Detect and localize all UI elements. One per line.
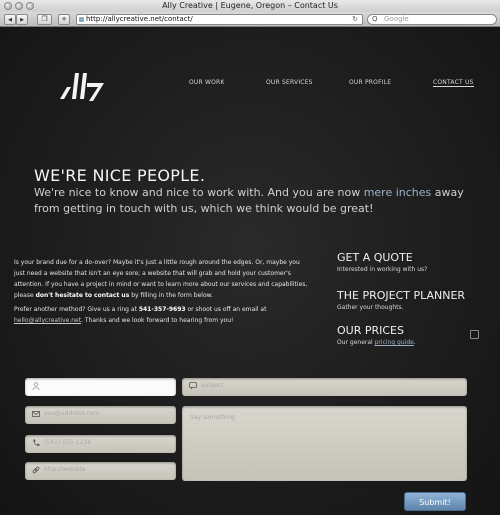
- get-a-quote-subtext: Interested in working with us?: [337, 266, 428, 273]
- get-a-quote-block[interactable]: GET A QUOTE Interested in working with u…: [337, 251, 487, 273]
- search-input[interactable]: Q Google: [367, 14, 497, 25]
- page-content: OUR WORK OUR SERVICES OUR PROFILE CONTAC…: [0, 27, 500, 515]
- window-title: Ally Creative | Eugene, Oregon – Contact…: [162, 1, 338, 10]
- project-planner-heading[interactable]: THE PROJECT PLANNER: [337, 289, 487, 302]
- message-textarea[interactable]: Say something: [182, 406, 467, 481]
- lead-highlight: mere inches: [363, 186, 432, 199]
- nav-contact-us[interactable]: CONTACT US: [433, 79, 474, 87]
- contact-text: Prefer another method? Give us a ring at: [14, 306, 139, 313]
- email-link[interactable]: hello@allycreative.net: [14, 317, 81, 324]
- prices-text: Our general: [337, 339, 375, 346]
- project-planner-block[interactable]: THE PROJECT PLANNER Gather your thoughts…: [337, 289, 487, 311]
- nav-our-work[interactable]: OUR WORK: [189, 79, 225, 86]
- back-arrow-icon: ◀: [8, 17, 12, 23]
- browser-toolbar: ◀ ▶ ❐ + http://allycreative.net/contact/…: [0, 12, 500, 27]
- message-placeholder: Say something: [190, 414, 235, 421]
- forward-arrow-icon: ▶: [20, 17, 24, 23]
- our-prices-heading[interactable]: OUR PRICES: [337, 324, 487, 337]
- intro-paragraph-1: Is your brand due for a do-over? Maybe i…: [14, 257, 310, 301]
- forward-button[interactable]: ▶: [16, 14, 28, 25]
- envelope-icon: [32, 411, 40, 417]
- person-icon: [32, 382, 40, 390]
- back-button[interactable]: ◀: [4, 14, 16, 25]
- phone-placeholder: (541) 555-1234: [44, 439, 91, 446]
- phone-icon: [33, 439, 40, 446]
- intro-bold-text: don't hesitate to contact us: [35, 292, 130, 299]
- prices-text-end: .: [413, 339, 416, 346]
- address-bar[interactable]: http://allycreative.net/contact/ ↻: [76, 14, 363, 25]
- intro-copy: Is your brand due for a do-over? Maybe i…: [14, 257, 310, 329]
- speech-bubble-icon: [189, 382, 197, 390]
- subject-field[interactable]: Subject: [182, 378, 467, 396]
- bookmarks-button[interactable]: ❐: [37, 14, 52, 25]
- contact-text-mid: or shoot us off an email at: [185, 306, 267, 313]
- browser-window: Ally Creative | Eugene, Oregon – Contact…: [0, 0, 500, 515]
- email-field[interactable]: you@address.com: [25, 406, 176, 424]
- get-a-quote-heading[interactable]: GET A QUOTE: [337, 251, 487, 264]
- site-icon: [79, 17, 84, 22]
- print-icon[interactable]: [470, 330, 479, 339]
- link-icon: [32, 466, 40, 474]
- subject-placeholder: Subject: [201, 382, 224, 389]
- website-placeholder: http://website: [44, 466, 86, 473]
- project-planner-subtext: Gather your thoughts.: [337, 304, 404, 311]
- nav-our-profile[interactable]: OUR PROFILE: [349, 79, 391, 86]
- submit-button[interactable]: Submit!: [404, 492, 466, 511]
- page-headline: WE'RE NICE PEOPLE.: [34, 166, 206, 185]
- pricing-guide-link[interactable]: pricing guide: [375, 339, 414, 346]
- lead-text: We're nice to know and nice to work with…: [34, 186, 364, 199]
- our-prices-block[interactable]: OUR PRICES Our general pricing guide.: [337, 324, 487, 346]
- search-placeholder: Google: [384, 15, 409, 23]
- name-field[interactable]: [25, 378, 176, 396]
- phone-field[interactable]: (541) 555-1234: [25, 435, 176, 453]
- contact-text-end: . Thanks and we look forward to hearing …: [81, 317, 234, 324]
- plus-icon: +: [61, 15, 67, 23]
- phone-number: 541-357-9693: [138, 306, 186, 313]
- our-prices-subtext: Our general pricing guide.: [337, 339, 487, 346]
- add-bookmark-button[interactable]: +: [58, 14, 70, 25]
- reload-icon[interactable]: ↻: [352, 15, 358, 24]
- url-text: http://allycreative.net/contact/: [86, 15, 193, 23]
- intro-paragraph-2: Prefer another method? Give us a ring at…: [14, 304, 310, 326]
- website-field[interactable]: http://website: [25, 462, 176, 480]
- bookmark-icon: ❐: [41, 15, 48, 23]
- nav-our-services[interactable]: OUR SERVICES: [266, 79, 313, 86]
- search-icon: Q: [372, 15, 378, 23]
- ally-logo[interactable]: [60, 73, 104, 101]
- intro-text-end: by filling in the form below.: [129, 292, 213, 299]
- email-placeholder: you@address.com: [44, 410, 100, 417]
- lead-paragraph: We're nice to know and nice to work with…: [34, 185, 464, 217]
